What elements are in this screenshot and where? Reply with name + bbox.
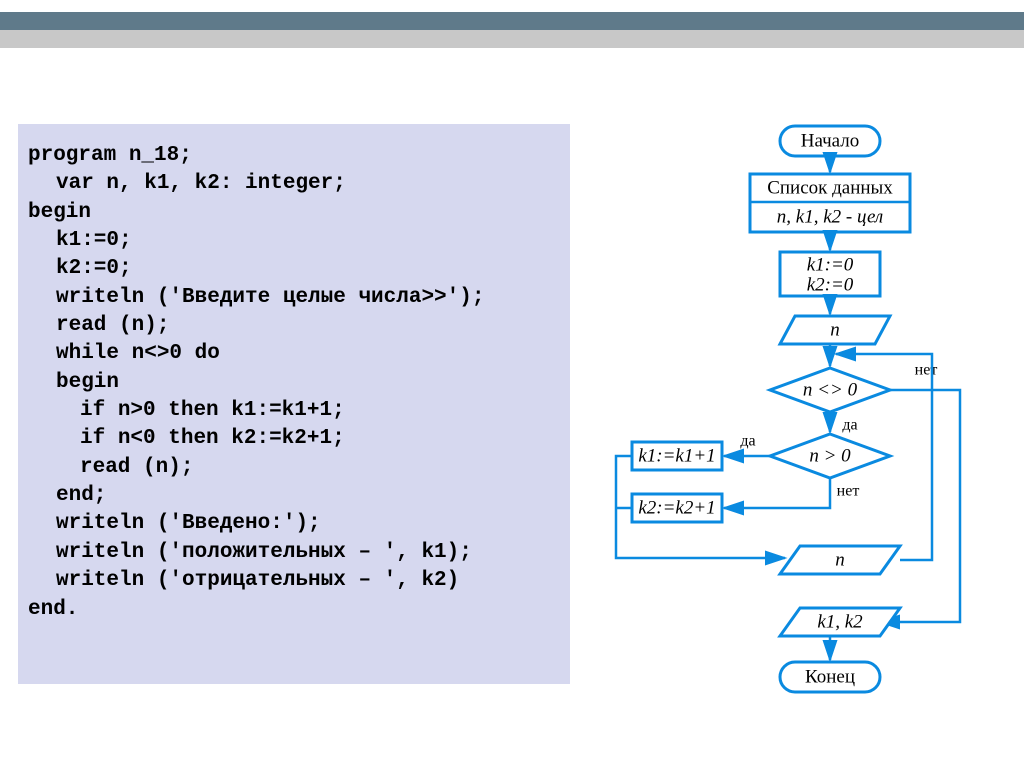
fc-yes1: да (842, 417, 857, 434)
kw-program: program (28, 144, 116, 167)
kw-begin2: begin (56, 371, 119, 394)
fc-init1: k1:=0 (807, 254, 854, 275)
fc-no1: нет (915, 362, 938, 379)
code-l10d: k1:=k1+1; (219, 399, 345, 422)
kw-then2: then (168, 427, 218, 450)
fc-start: Начало (801, 130, 860, 151)
kw-if1: if (80, 399, 105, 422)
kw-begin: begin (28, 201, 91, 224)
fc-act1: k1:=k1+1 (638, 445, 715, 466)
flowchart: Начало Список данных n, k1, k2 - цел k1:… (600, 118, 1020, 758)
fc-out: k1, k2 (817, 611, 863, 632)
fc-vars: n, k1, k2 - цел (777, 206, 883, 227)
code-l15: writeln ('положительных – ', k1); (56, 541, 472, 564)
kw-end2: end. (28, 598, 78, 621)
code-l8b: n<>0 (119, 342, 195, 365)
fc-yes2: да (740, 433, 755, 450)
code-l7: read (n); (56, 314, 169, 337)
header-shadow (0, 30, 1024, 48)
code-l16: writeln ('отрицательных – ', k2) (56, 569, 459, 592)
fc-cond2: n > 0 (809, 445, 851, 466)
fc-datalist: Список данных (767, 177, 893, 198)
kw-var: var (56, 172, 94, 195)
fc-readn: n (830, 319, 840, 340)
kw-then1: then (168, 399, 218, 422)
fc-act2: k2:=k2+1 (638, 497, 715, 518)
code-l6: writeln ('Введите целые числа>>'); (56, 286, 484, 309)
kw-if2: if (80, 427, 105, 450)
kw-do: do (195, 342, 220, 365)
code-l11d: k2:=k2+1; (219, 427, 345, 450)
code-l12: read (n); (80, 456, 193, 479)
fc-readn2: n (835, 549, 845, 570)
code-l4: k1:=0; (56, 229, 132, 252)
code-l1b: n_18; (116, 144, 192, 167)
code-l11b: n<0 (105, 427, 168, 450)
code-l2b: n, k1, k2: integer; (94, 172, 346, 195)
fc-no2: нет (837, 483, 860, 500)
code-block: program n_18; var n, k1, k2: integer; be… (18, 124, 570, 684)
code-l5: k2:=0; (56, 257, 132, 280)
header-band (0, 12, 1024, 30)
code-l14: writeln ('Введено:'); (56, 512, 321, 535)
kw-while: while (56, 342, 119, 365)
code-l10b: n>0 (105, 399, 168, 422)
fc-init2: k2:=0 (807, 274, 854, 295)
kw-end1: end; (56, 484, 106, 507)
fc-end: Конец (805, 666, 855, 687)
fc-cond1: n <> 0 (803, 379, 858, 400)
